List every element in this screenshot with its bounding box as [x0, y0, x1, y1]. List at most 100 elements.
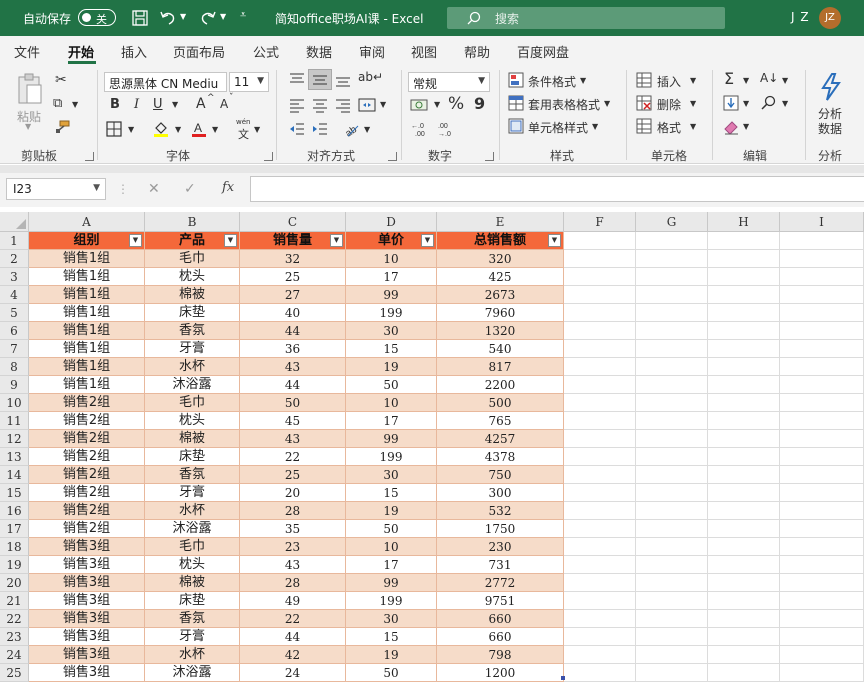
find-select-dropdown-icon[interactable]: ▼ [782, 99, 788, 108]
underline-dropdown-icon[interactable]: ▼ [172, 100, 178, 109]
paste-dropdown-icon[interactable]: ▼ [25, 122, 31, 131]
merge-center-icon[interactable] [358, 96, 376, 114]
table-cell[interactable]: 棉被 [145, 286, 240, 304]
format-cells-icon[interactable] [636, 118, 652, 134]
row-header[interactable]: 3 [0, 268, 29, 286]
empty-cell[interactable] [636, 448, 708, 466]
table-cell[interactable]: 毛巾 [145, 250, 240, 268]
table-cell[interactable]: 销售1组 [29, 286, 145, 304]
table-cell[interactable]: 540 [437, 340, 564, 358]
empty-cell[interactable] [636, 502, 708, 520]
empty-cell[interactable] [780, 304, 864, 322]
row-header[interactable]: 1 [0, 232, 29, 250]
row-header[interactable]: 17 [0, 520, 29, 538]
cut-icon[interactable]: ✂ [55, 72, 67, 88]
table-cell[interactable]: 15 [346, 484, 437, 502]
table-cell[interactable]: 50 [240, 394, 346, 412]
empty-cell[interactable] [564, 340, 636, 358]
table-cell[interactable]: 25 [240, 466, 346, 484]
font-name-select[interactable]: 思源黑体 CN Mediu [104, 72, 227, 92]
table-cell[interactable]: 毛巾 [145, 538, 240, 556]
table-resize-handle[interactable] [561, 676, 565, 680]
format-dropdown-icon[interactable]: ▼ [690, 122, 696, 131]
empty-cell[interactable] [780, 484, 864, 502]
table-cell[interactable]: 44 [240, 628, 346, 646]
merge-dropdown-icon[interactable]: ▼ [380, 100, 386, 109]
tab-help[interactable]: 帮助 [464, 42, 490, 61]
table-cell[interactable]: 42 [240, 646, 346, 664]
worksheet-grid[interactable]: A B C D E F G H I 1 组别 ▼ 产品 ▼ 销售量 ▼ 单价 ▼ 总销售额 ▼ 2 销售… [0, 212, 864, 685]
empty-cell[interactable] [780, 340, 864, 358]
table-cell[interactable]: 199 [346, 304, 437, 322]
orientation-icon[interactable]: ab [342, 120, 360, 138]
comma-style-button[interactable]: 9 [474, 94, 485, 113]
table-cell[interactable]: 43 [240, 358, 346, 376]
row-header[interactable]: 18 [0, 538, 29, 556]
autosave-toggle[interactable]: 关 [78, 9, 116, 26]
empty-cell[interactable] [780, 268, 864, 286]
sort-filter-icon[interactable]: A↓ [760, 71, 778, 85]
table-cell[interactable]: 9751 [437, 592, 564, 610]
filter-dropdown-icon[interactable]: ▼ [330, 234, 343, 247]
number-format-select[interactable]: 常规 ▼ [408, 72, 490, 92]
column-header-E[interactable]: E [437, 212, 564, 232]
empty-cell[interactable] [564, 610, 636, 628]
table-cell[interactable]: 销售1组 [29, 304, 145, 322]
empty-cell[interactable] [708, 484, 780, 502]
row-header[interactable]: 4 [0, 286, 29, 304]
decrease-indent-icon[interactable] [288, 121, 306, 137]
empty-cell[interactable] [636, 394, 708, 412]
row-header[interactable]: 13 [0, 448, 29, 466]
table-cell[interactable]: 731 [437, 556, 564, 574]
delete-dropdown-icon[interactable]: ▼ [690, 99, 696, 108]
filter-dropdown-icon[interactable]: ▼ [129, 234, 142, 247]
font-color-icon[interactable]: A [190, 120, 208, 138]
empty-cell[interactable] [564, 556, 636, 574]
empty-cell[interactable] [564, 646, 636, 664]
table-cell[interactable]: 27 [240, 286, 346, 304]
table-cell[interactable]: 17 [346, 412, 437, 430]
table-cell[interactable]: 销售1组 [29, 268, 145, 286]
accounting-dropdown-icon[interactable]: ▼ [434, 100, 440, 109]
empty-cell[interactable] [564, 304, 636, 322]
redo-icon[interactable] [198, 8, 218, 28]
conditional-formatting-icon[interactable] [508, 72, 524, 88]
table-cell[interactable]: 沐浴露 [145, 520, 240, 538]
format-as-table-button[interactable]: 套用表格格式 [528, 96, 600, 113]
table-cell[interactable]: 30 [346, 322, 437, 340]
row-header[interactable]: 7 [0, 340, 29, 358]
align-center-icon[interactable] [311, 97, 329, 113]
phonetic-button[interactable]: 文 [238, 126, 249, 142]
delete-cells-icon[interactable] [636, 95, 652, 111]
empty-cell[interactable] [564, 376, 636, 394]
table-cell[interactable]: 1320 [437, 322, 564, 340]
font-color-dropdown-icon[interactable]: ▼ [212, 125, 218, 134]
empty-cell[interactable] [708, 448, 780, 466]
table-cell[interactable]: 40 [240, 304, 346, 322]
empty-cell[interactable] [564, 574, 636, 592]
empty-cell[interactable] [708, 268, 780, 286]
select-all-corner[interactable] [0, 212, 29, 232]
empty-cell[interactable] [636, 628, 708, 646]
table-cell[interactable]: 99 [346, 574, 437, 592]
empty-cell[interactable] [780, 538, 864, 556]
empty-cell[interactable] [564, 538, 636, 556]
table-cell[interactable]: 10 [346, 538, 437, 556]
format-as-table-icon[interactable] [508, 95, 524, 111]
header-cell[interactable]: 产品 ▼ [145, 232, 240, 250]
empty-cell[interactable] [780, 574, 864, 592]
formula-input[interactable] [250, 176, 864, 202]
borders-icon[interactable] [106, 121, 122, 137]
table-cell[interactable]: 销售3组 [29, 664, 145, 682]
table-cell[interactable]: 300 [437, 484, 564, 502]
table-cell[interactable]: 24 [240, 664, 346, 682]
table-cell[interactable]: 水杯 [145, 502, 240, 520]
row-header[interactable]: 15 [0, 484, 29, 502]
table-cell[interactable]: 水杯 [145, 358, 240, 376]
table-cell[interactable]: 毛巾 [145, 394, 240, 412]
empty-cell[interactable] [564, 358, 636, 376]
empty-cell[interactable] [708, 466, 780, 484]
table-cell[interactable]: 4257 [437, 430, 564, 448]
align-left-icon[interactable] [288, 97, 306, 113]
row-header[interactable]: 21 [0, 592, 29, 610]
